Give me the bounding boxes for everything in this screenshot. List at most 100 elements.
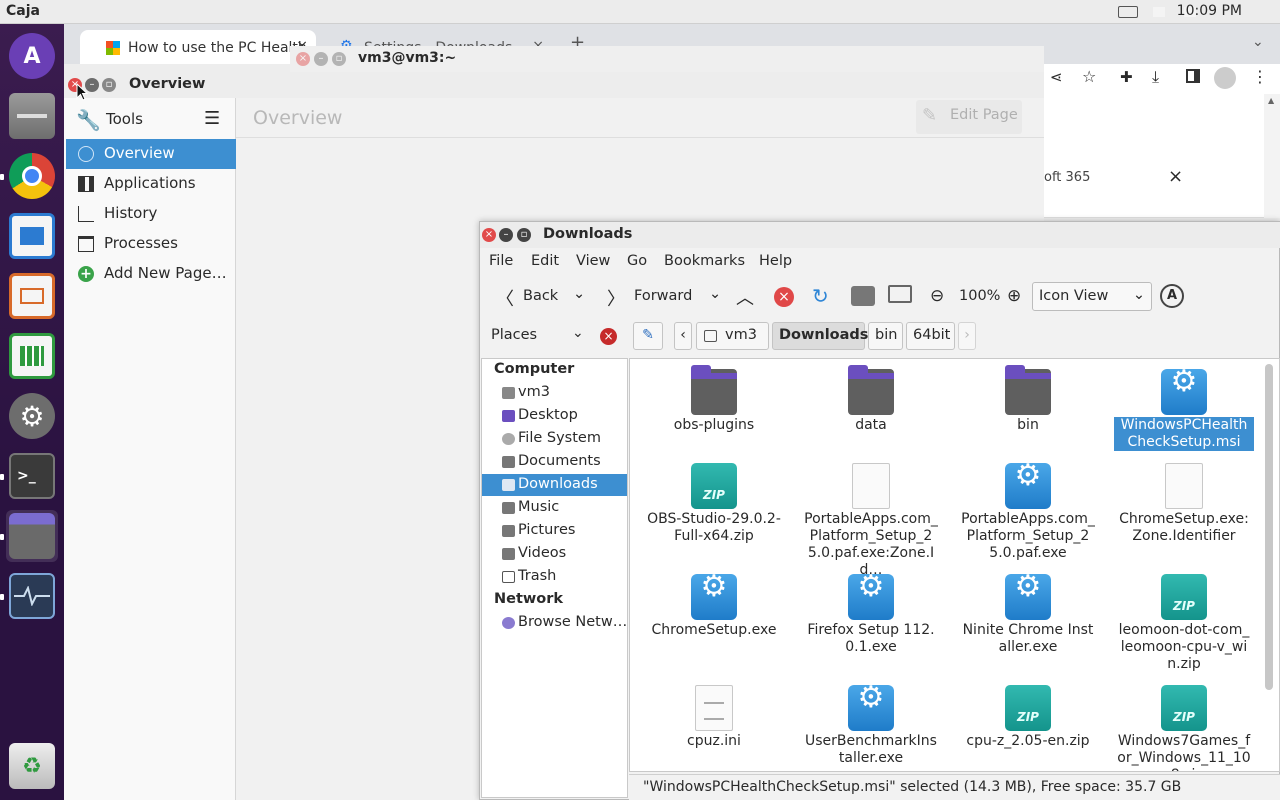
- edit-location-button[interactable]: ✎: [633, 322, 663, 350]
- file-item[interactable]: ChromeSetup.exe:Zone.Identifier: [1114, 463, 1254, 545]
- place-desktop[interactable]: Desktop: [482, 405, 627, 427]
- file-item[interactable]: ChromeSetup.exe: [644, 574, 784, 639]
- sidebar-item-history[interactable]: History: [66, 199, 236, 229]
- tab-search-chevron-icon[interactable]: ⌄: [1252, 34, 1264, 50]
- file-item-selected[interactable]: WindowsPCHealthCheckSetup.msi: [1114, 369, 1254, 451]
- menu-go[interactable]: Go: [627, 253, 647, 269]
- place-music[interactable]: Music: [482, 497, 627, 519]
- home-folder-icon[interactable]: [851, 286, 875, 306]
- caja-titlebar[interactable]: × – ▫ Downloads: [480, 222, 1280, 248]
- path-scroll-left-button[interactable]: ‹: [674, 322, 692, 350]
- caja-minimize-button[interactable]: –: [499, 228, 513, 242]
- hamburger-menu-icon[interactable]: ☰: [204, 108, 220, 129]
- terminal-minimize-button[interactable]: –: [314, 52, 328, 66]
- zoom-out-icon[interactable]: ⊖: [930, 286, 944, 306]
- file-item[interactable]: Firefox Setup 112.0.1.exe: [801, 574, 941, 656]
- menu-file[interactable]: File: [489, 253, 513, 269]
- path-crumb-downloads[interactable]: Downloads: [772, 322, 868, 350]
- impress-launcher[interactable]: [6, 270, 58, 322]
- up-arrow-icon[interactable]: ︿: [736, 284, 754, 310]
- reload-icon[interactable]: ↻: [812, 284, 829, 308]
- file-item[interactable]: bin: [958, 365, 1098, 434]
- browser-scrollbar[interactable]: ▲: [1264, 94, 1280, 218]
- system-monitor-launcher[interactable]: [6, 570, 58, 622]
- side-panel-icon[interactable]: [1186, 69, 1200, 83]
- sidebar-item-applications[interactable]: Applications: [66, 169, 236, 199]
- menu-bookmarks[interactable]: Bookmarks: [664, 253, 745, 269]
- caja-close-button[interactable]: ×: [482, 228, 496, 242]
- view-mode-select[interactable]: Icon View ⌄: [1032, 282, 1152, 311]
- place-trash[interactable]: Trash: [482, 566, 627, 588]
- place-videos[interactable]: Videos: [482, 543, 627, 565]
- terminal-launcher[interactable]: >_: [6, 450, 58, 502]
- place-pictures[interactable]: Pictures: [482, 520, 627, 542]
- download-icon[interactable]: ⤓: [1152, 67, 1159, 87]
- place-file-system[interactable]: File System: [482, 428, 627, 450]
- extensions-icon[interactable]: ✚: [1120, 68, 1133, 86]
- calc-launcher[interactable]: [6, 330, 58, 382]
- path-scroll-right-button[interactable]: ›: [958, 322, 976, 350]
- sidebar-item-processes[interactable]: Processes: [66, 229, 236, 259]
- terminal-close-button[interactable]: ×: [296, 52, 310, 66]
- path-crumb-vm3[interactable]: vm3: [696, 322, 769, 350]
- search-icon[interactable]: A: [1160, 284, 1184, 308]
- terminal-titlebar[interactable]: × – ▫ vm3@vm3:~: [290, 46, 1044, 72]
- sidebar-item-overview[interactable]: Overview: [66, 139, 236, 169]
- writer-launcher[interactable]: [6, 210, 58, 262]
- computer-icon[interactable]: [888, 285, 912, 303]
- sound-icon[interactable]: [1153, 7, 1165, 17]
- forward-button[interactable]: Forward: [634, 288, 692, 304]
- clock[interactable]: 10:09 PM: [1177, 3, 1242, 19]
- terminal-maximize-button[interactable]: ▫: [332, 52, 346, 66]
- chrome-launcher[interactable]: [6, 150, 58, 202]
- profile-avatar[interactable]: [1214, 67, 1236, 89]
- menu-kebab-icon[interactable]: ⋮: [1252, 67, 1268, 86]
- dismiss-close-icon[interactable]: ×: [1168, 166, 1183, 187]
- file-item[interactable]: cpuz.ini: [644, 685, 784, 750]
- menu-edit[interactable]: Edit: [531, 253, 559, 269]
- file-item[interactable]: PortableApps.com_Platform_Setup_25.0.paf…: [801, 463, 941, 579]
- browser-tab-active[interactable]: How to use the PC Health ×: [80, 30, 316, 64]
- close-sidebar-icon[interactable]: ×: [600, 328, 617, 345]
- edit-page-button[interactable]: ✎ Edit Page: [916, 100, 1022, 134]
- file-item[interactable]: Windows7Games_for_Windows_11_10_8.zip: [1114, 685, 1254, 771]
- folder-launcher[interactable]: [6, 510, 58, 562]
- back-button[interactable]: Back: [523, 288, 558, 304]
- back-history-dropdown-icon[interactable]: ⌄: [573, 286, 585, 302]
- bookmark-star-icon[interactable]: ☆: [1082, 67, 1096, 86]
- menu-view[interactable]: View: [576, 253, 610, 269]
- caja-maximize-button[interactable]: ▫: [517, 228, 531, 242]
- sysmon-titlebar[interactable]: × – ▫ Overview: [64, 72, 1044, 98]
- sidebar-item-add-new-page[interactable]: + Add New Page…: [66, 259, 236, 289]
- icon-view-scrollbar[interactable]: [1265, 364, 1273, 690]
- file-item[interactable]: Ninite Chrome Installer.exe: [958, 574, 1098, 656]
- file-item[interactable]: leomoon-dot-com_leomoon-cpu-v_win.zip: [1114, 574, 1254, 673]
- stop-icon[interactable]: ×: [774, 287, 794, 307]
- trash-launcher[interactable]: ♻: [6, 740, 58, 792]
- place-documents[interactable]: Documents: [482, 451, 627, 473]
- menu-help[interactable]: Help: [759, 253, 792, 269]
- file-item[interactable]: obs-plugins: [644, 365, 784, 434]
- places-dropdown-chevron-icon[interactable]: ⌄: [572, 325, 584, 341]
- file-item[interactable]: PortableApps.com_Platform_Setup_25.0.paf…: [958, 463, 1098, 562]
- share-icon[interactable]: ⋖: [1050, 68, 1063, 86]
- path-crumb-64bit[interactable]: 64bit: [906, 322, 955, 350]
- app-store-launcher[interactable]: A: [6, 30, 58, 82]
- settings-launcher[interactable]: ⚙: [6, 390, 58, 442]
- file-item[interactable]: OBS-Studio-29.0.2-Full-x64.zip: [644, 463, 784, 545]
- keyboard-icon[interactable]: [1118, 6, 1138, 18]
- forward-chevron-icon[interactable]: 〉: [607, 285, 625, 311]
- zoom-in-icon[interactable]: ⊕: [1007, 286, 1021, 306]
- forward-history-dropdown-icon[interactable]: ⌄: [709, 286, 721, 302]
- sysmon-maximize-button[interactable]: ▫: [102, 78, 116, 92]
- file-item[interactable]: UserBenchmarkInstaller.exe: [801, 685, 941, 767]
- back-chevron-icon[interactable]: 〈: [496, 285, 514, 311]
- files-launcher[interactable]: [6, 90, 58, 142]
- file-item[interactable]: data: [801, 365, 941, 434]
- place-browse-network[interactable]: Browse Netw…: [482, 612, 627, 634]
- place-vm3[interactable]: vm3: [482, 382, 627, 404]
- path-crumb-bin[interactable]: bin: [868, 322, 903, 350]
- file-item[interactable]: cpu-z_2.05-en.zip: [958, 685, 1098, 750]
- place-downloads[interactable]: Downloads: [482, 474, 627, 496]
- scroll-up-arrow-icon[interactable]: ▲: [1268, 96, 1274, 105]
